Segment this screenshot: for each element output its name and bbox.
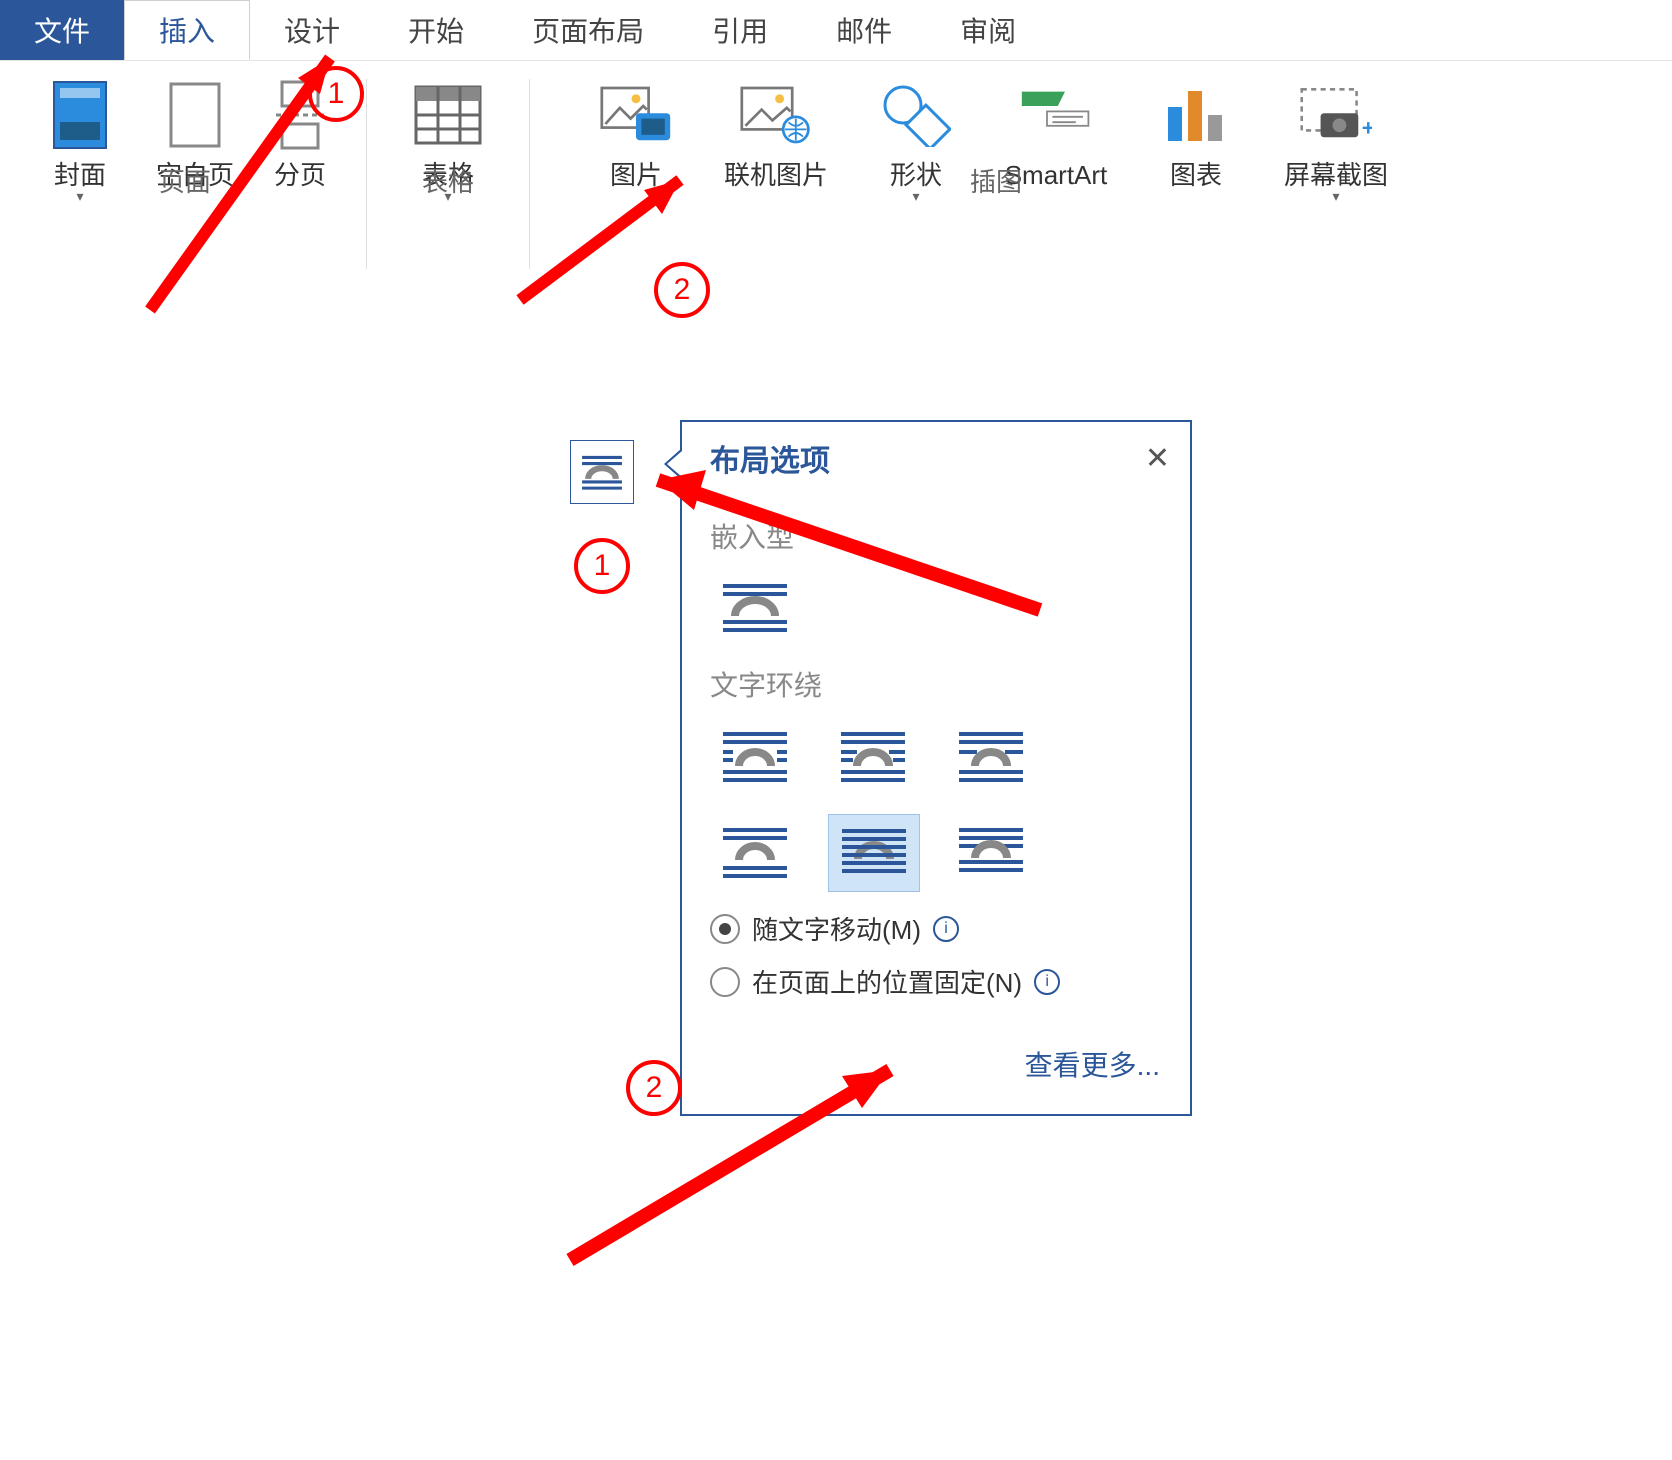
tab-references[interactable]: 引用 [678, 0, 802, 60]
blank-page-icon [159, 79, 231, 151]
svg-text:+: + [1362, 116, 1372, 141]
wrap-topbottom-option[interactable] [710, 814, 800, 890]
chart-icon [1160, 79, 1232, 151]
layout-options-icon [579, 449, 625, 495]
radio-move-with-text[interactable]: 随文字移动(M) i [710, 910, 1162, 947]
wrap-behind-option[interactable] [828, 814, 920, 892]
group-separator [366, 79, 367, 269]
section-inline-heading: 嵌入型 [710, 516, 1162, 556]
info-icon[interactable]: i [1034, 969, 1060, 995]
picture-icon [600, 79, 672, 151]
wrap-inline-option[interactable] [710, 570, 800, 646]
ribbon-tabs: 文件 插入 设计 开始 页面布局 引用 邮件 审阅 [0, 0, 1672, 61]
annotation-circle-1b: 1 [574, 538, 630, 594]
radio-fixed-label: 在页面上的位置固定(N) [752, 963, 1022, 1000]
layout-options-panel: 布局选项 ✕ 嵌入型 文字环绕 [680, 420, 1192, 1116]
group-separator [529, 79, 530, 269]
radio-fix-position[interactable]: 在页面上的位置固定(N) i [710, 963, 1162, 1000]
close-icon: ✕ [1145, 442, 1170, 475]
tab-layout[interactable]: 页面布局 [498, 0, 678, 60]
panel-title: 布局选项 [710, 436, 830, 480]
radio-icon [710, 967, 740, 997]
layout-options-button[interactable] [570, 440, 634, 504]
tab-mailings[interactable]: 邮件 [802, 0, 926, 60]
smartart-icon [1020, 79, 1092, 151]
shapes-icon [880, 79, 952, 151]
radio-icon [710, 914, 740, 944]
group-illustrations-title: 插图 [536, 162, 1456, 199]
info-icon[interactable]: i [933, 916, 959, 942]
close-button[interactable]: ✕ [1145, 441, 1170, 476]
panel-pointer-icon [664, 448, 682, 480]
tab-home[interactable]: 开始 [374, 0, 498, 60]
wrap-tight-option[interactable] [828, 718, 918, 794]
group-tables-title: 表格 [373, 162, 523, 199]
ribbon: 封面 ▾ 空白页 分页 页面 [0, 61, 1672, 309]
tab-design[interactable]: 设计 [250, 0, 374, 60]
annotation-circle-2b: 2 [626, 1060, 682, 1116]
see-more-link[interactable]: 查看更多... [1025, 1050, 1160, 1081]
wrap-through-option[interactable] [946, 718, 1036, 794]
tab-file[interactable]: 文件 [0, 0, 124, 60]
annotation-circle-1a: 1 [308, 66, 364, 122]
tab-insert[interactable]: 插入 [124, 0, 250, 60]
group-pages-title: 页面 [10, 162, 360, 199]
annotation-circle-2a: 2 [654, 262, 710, 318]
screenshot-icon: + [1300, 79, 1372, 151]
cover-page-icon [44, 79, 116, 151]
group-tables: 表格 ▾ 表格 [373, 79, 523, 205]
tab-review[interactable]: 审阅 [926, 0, 1050, 60]
table-icon [412, 79, 484, 151]
section-wrap-heading: 文字环绕 [710, 664, 1162, 704]
wrap-square-option[interactable] [710, 718, 800, 794]
online-picture-icon [740, 79, 812, 151]
wrap-infront-option[interactable] [946, 814, 1036, 890]
radio-move-label: 随文字移动(M) [752, 910, 921, 947]
group-illustrations: 图片 联机图片 形状 ▾ [536, 79, 1456, 205]
